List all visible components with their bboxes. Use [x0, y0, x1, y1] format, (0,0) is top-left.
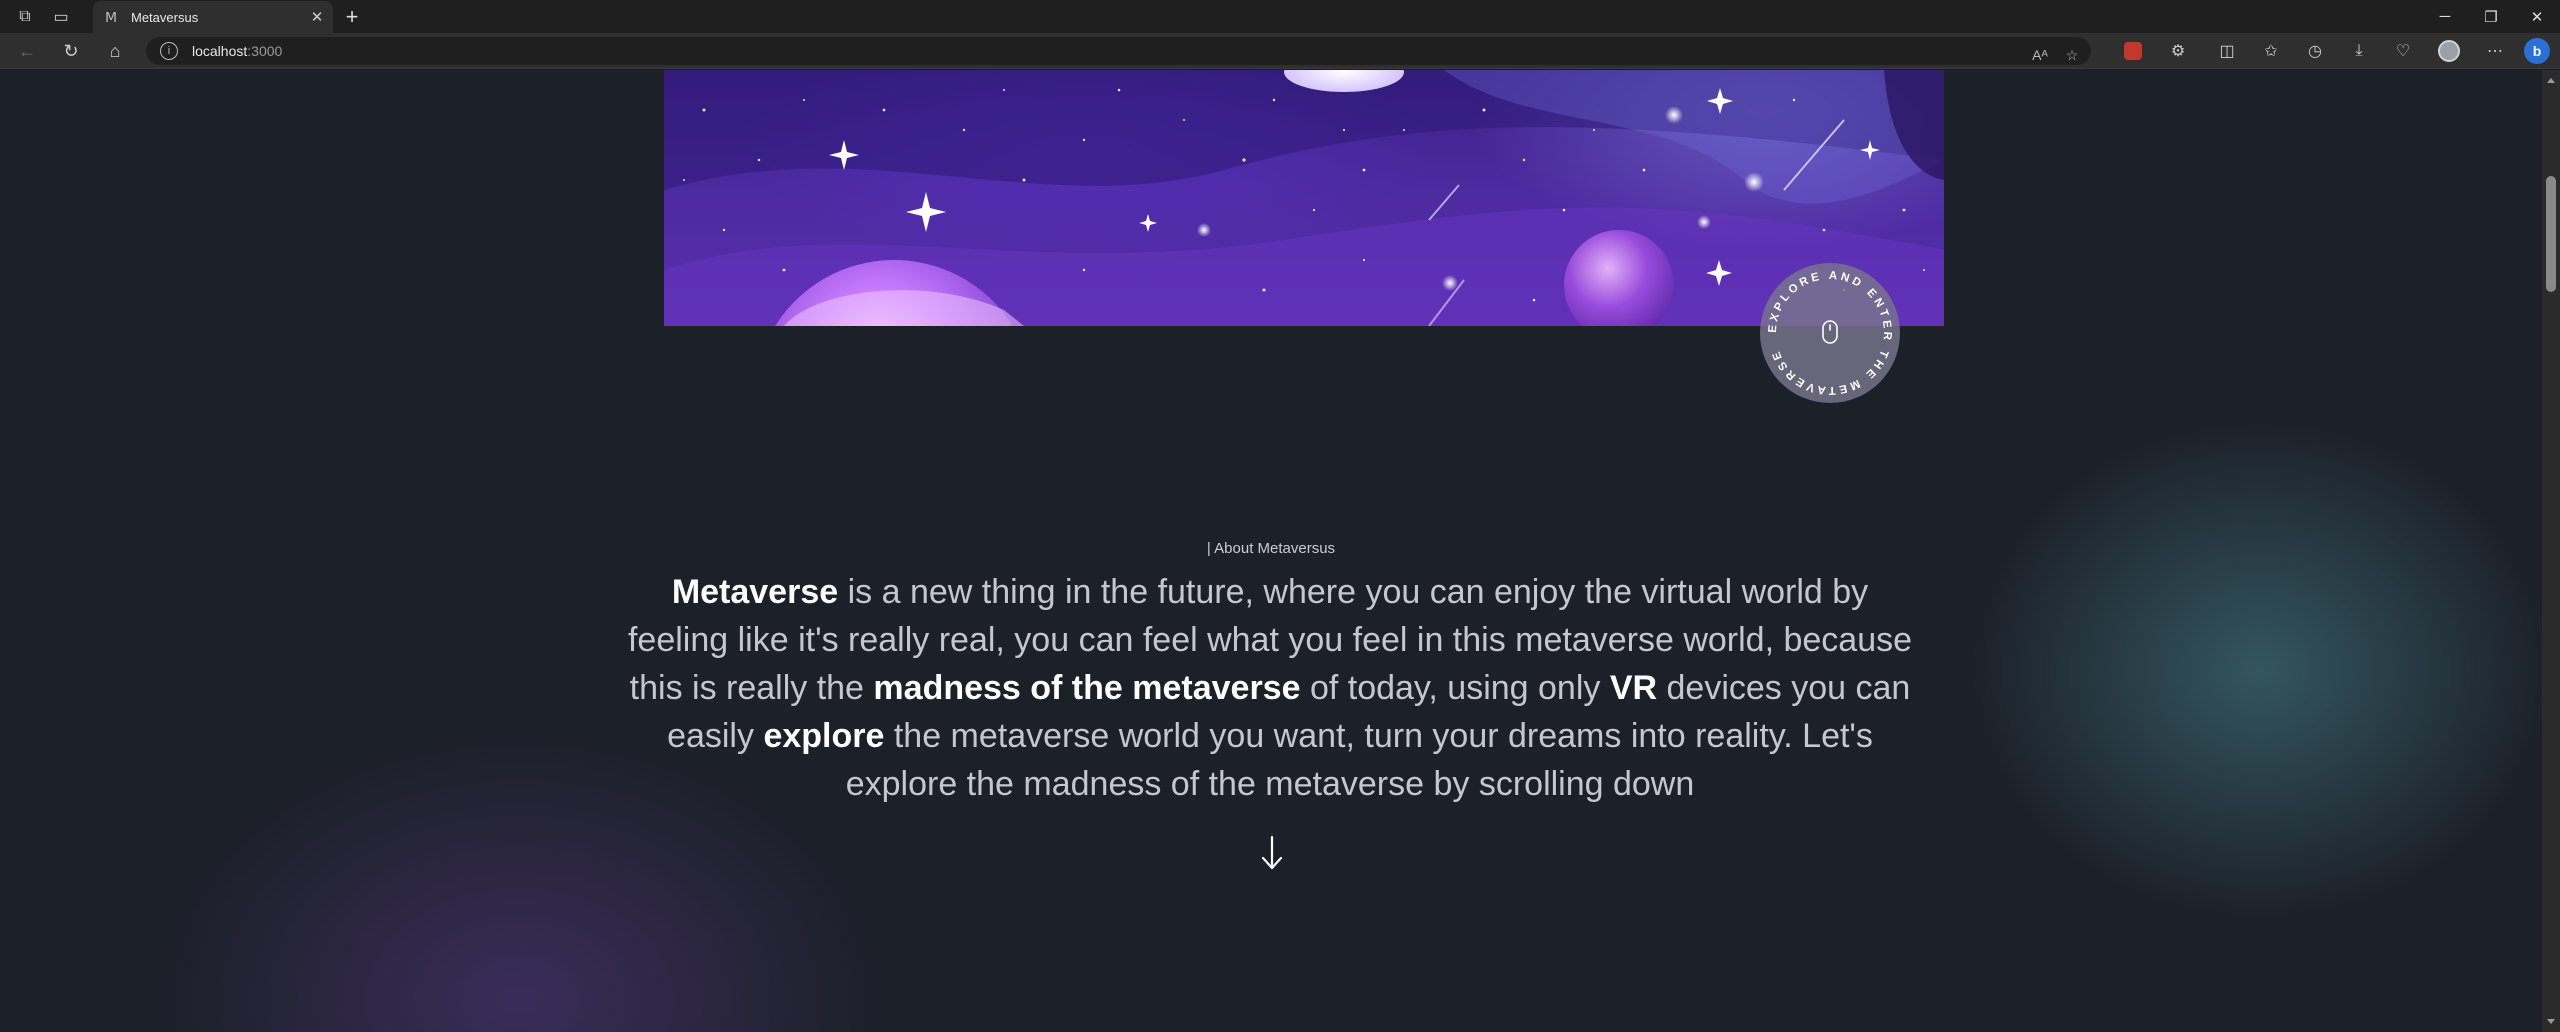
downloads-icon[interactable]: ⤓ — [2344, 37, 2374, 65]
address-field[interactable]: i localhost :3000 Aᴬ ☆ — [146, 37, 2091, 65]
refresh-button[interactable]: ↻ — [56, 36, 86, 66]
favorites-icon[interactable]: ✩ — [2256, 37, 2286, 65]
page-viewport: EXPLORE AND ENTER THE METAVERSE | About … — [0, 70, 2542, 1032]
site-info-icon[interactable]: i — [160, 42, 178, 60]
scrollbar-thumb[interactable] — [2546, 176, 2556, 292]
close-window-button[interactable]: ✕ — [2514, 0, 2560, 33]
address-bar-row: ← ↻ ⌂ i localhost :3000 Aᴬ ☆ ⚙ ◫ ✩ ◷ ⤓ ♡… — [0, 33, 2560, 69]
about-highlight: VR — [1609, 669, 1658, 707]
split-screen-icon[interactable]: ◫ — [2212, 37, 2242, 65]
home-button[interactable]: ⌂ — [100, 36, 130, 66]
workspaces-icon[interactable]: ⧉ — [10, 2, 40, 32]
vertical-scrollbar[interactable] — [2542, 70, 2560, 1032]
url-host: localhost — [192, 43, 248, 59]
tab-metaversus[interactable]: Ⅿ Metaversus ✕ — [93, 1, 333, 33]
favorite-star-icon[interactable]: ☆ — [2058, 41, 2086, 69]
tab-strip: ⧉ ▭ Ⅿ Metaversus ✕ + ─ ❐ ✕ — [0, 0, 2560, 33]
extensions-puzzle-icon[interactable]: ⚙ — [2163, 37, 2193, 65]
svg-text:EXPLORE AND ENTER THE METAVERS: EXPLORE AND ENTER THE METAVERSE — [1767, 270, 1893, 396]
explore-metaverse-badge[interactable]: EXPLORE AND ENTER THE METAVERSE — [1760, 263, 1900, 403]
about-highlight: madness of the metaverse — [873, 669, 1301, 707]
tab-actions-icon[interactable]: ▭ — [46, 2, 76, 32]
about-text-segment: the metaverse world you want, turn your … — [845, 717, 1873, 803]
extension-icon[interactable] — [2118, 37, 2148, 65]
tab-title: Metaversus — [131, 9, 199, 25]
badge-circular-text: EXPLORE AND ENTER THE METAVERSE — [1767, 270, 1890, 396]
read-aloud-icon[interactable]: Aᴬ — [2026, 41, 2054, 69]
back-button[interactable]: ← — [12, 36, 42, 66]
hero-space-image — [664, 70, 1944, 326]
profile-avatar[interactable] — [2434, 37, 2464, 65]
settings-more-icon[interactable]: ⋯ — [2480, 37, 2510, 65]
about-highlight: Metaverse — [671, 573, 839, 611]
arrow-down-icon — [1261, 835, 1283, 870]
copilot-icon[interactable]: b — [2522, 37, 2552, 65]
new-tab-button[interactable]: + — [338, 3, 366, 31]
browser-essentials-icon[interactable]: ♡ — [2388, 37, 2418, 65]
mouse-icon — [1822, 320, 1838, 344]
history-icon[interactable]: ◷ — [2300, 37, 2330, 65]
about-section-label: | About Metaversus — [1206, 540, 1336, 557]
about-highlight: explore — [763, 717, 885, 755]
about-description: Metaverse is a new thing in the future, … — [620, 568, 1920, 808]
metaversus-favicon-icon: Ⅿ — [104, 8, 118, 25]
minimize-button[interactable]: ─ — [2422, 0, 2468, 33]
scroll-down-arrow[interactable] — [2547, 1019, 2555, 1024]
close-tab-icon[interactable]: ✕ — [307, 7, 327, 27]
scroll-up-arrow[interactable] — [2547, 78, 2555, 83]
url-port: :3000 — [247, 43, 283, 59]
restore-button[interactable]: ❐ — [2468, 0, 2514, 33]
about-text-segment: of today, using only — [1300, 669, 1610, 707]
